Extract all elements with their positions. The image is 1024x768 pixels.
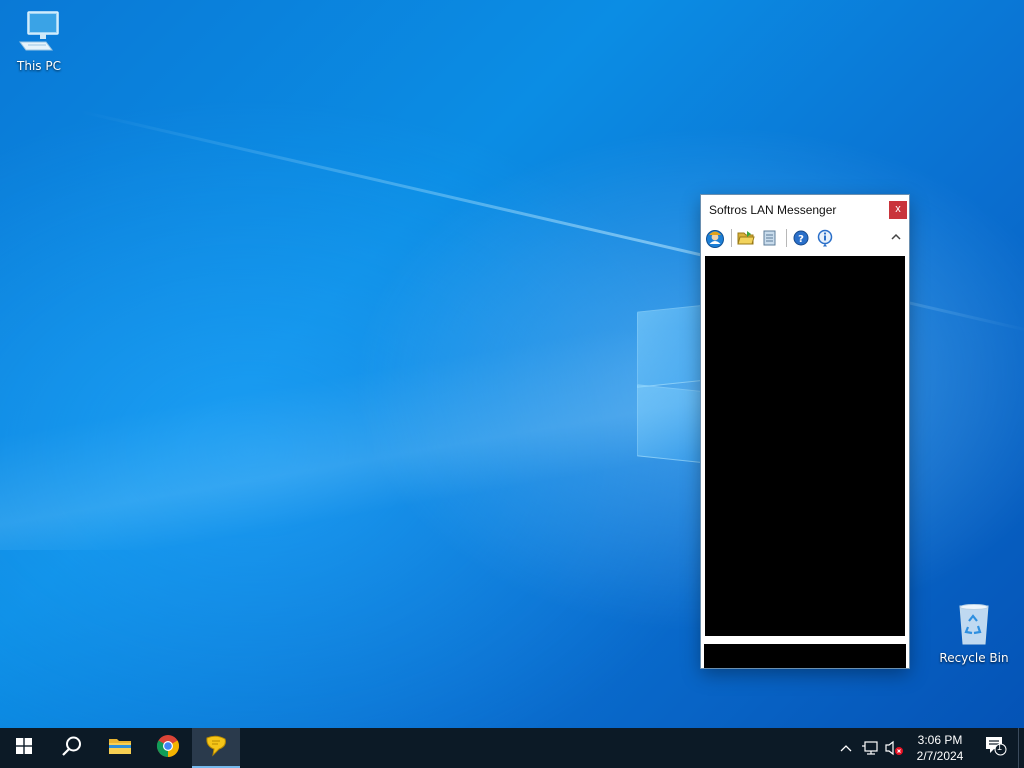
window-title: Softros LAN Messenger (709, 203, 837, 217)
user-status-icon[interactable] (704, 227, 726, 249)
history-icon[interactable] (759, 227, 781, 249)
contact-list-panel[interactable] (705, 256, 905, 636)
notification-icon (985, 736, 1007, 760)
volume-muted-icon[interactable] (882, 728, 906, 768)
svg-text:?: ? (798, 234, 804, 245)
messenger-titlebar[interactable]: Softros LAN Messenger x (701, 195, 909, 225)
desktop-icon-this-pc[interactable]: This PC (3, 10, 75, 73)
softros-messenger-button[interactable] (192, 728, 240, 768)
taskbar-clock[interactable]: 3:06 PM 2/7/2024 (906, 732, 974, 764)
wallpaper-logo-pane (637, 304, 709, 388)
info-icon[interactable] (814, 227, 836, 249)
start-button[interactable] (0, 728, 48, 768)
chat-bubble-icon (204, 734, 228, 762)
clock-time: 3:06 PM (917, 733, 963, 747)
chrome-icon (156, 734, 180, 762)
network-icon[interactable] (858, 728, 882, 768)
desktop-icon-label: Recycle Bin (939, 651, 1009, 665)
toolbar-separator (731, 229, 732, 247)
action-center-button[interactable]: 1 (974, 728, 1018, 768)
desktop-icon-label: This PC (17, 59, 61, 73)
show-hidden-icons-button[interactable] (834, 728, 858, 768)
close-button[interactable]: x (889, 201, 907, 219)
search-button[interactable] (48, 728, 96, 768)
recycle-bin-icon (952, 604, 996, 649)
folder-icon (108, 736, 132, 760)
system-tray: 3:06 PM 2/7/2024 1 (834, 728, 1024, 768)
notification-count-badge: 1 (997, 742, 1003, 752)
desktop-icon-recycle-bin[interactable]: Recycle Bin (938, 602, 1010, 665)
clock-date: 2/7/2024 (916, 749, 964, 763)
computer-icon (16, 11, 62, 57)
windows-start-icon (16, 738, 32, 758)
wallpaper-logo-pane (637, 384, 709, 464)
folder-open-icon[interactable] (735, 227, 757, 249)
search-icon (61, 735, 83, 761)
taskbar: 3:06 PM 2/7/2024 1 (0, 728, 1024, 768)
help-icon[interactable]: ? (790, 227, 812, 249)
file-explorer-button[interactable] (96, 728, 144, 768)
toolbar-separator (786, 229, 787, 247)
chevron-up-icon[interactable] (889, 229, 903, 243)
show-desktop-button[interactable] (1018, 728, 1024, 768)
messenger-window[interactable]: Softros LAN Messenger x ? (701, 195, 909, 668)
messenger-status-panel[interactable] (704, 644, 906, 668)
chrome-button[interactable] (144, 728, 192, 768)
messenger-toolbar: ? (701, 225, 909, 251)
